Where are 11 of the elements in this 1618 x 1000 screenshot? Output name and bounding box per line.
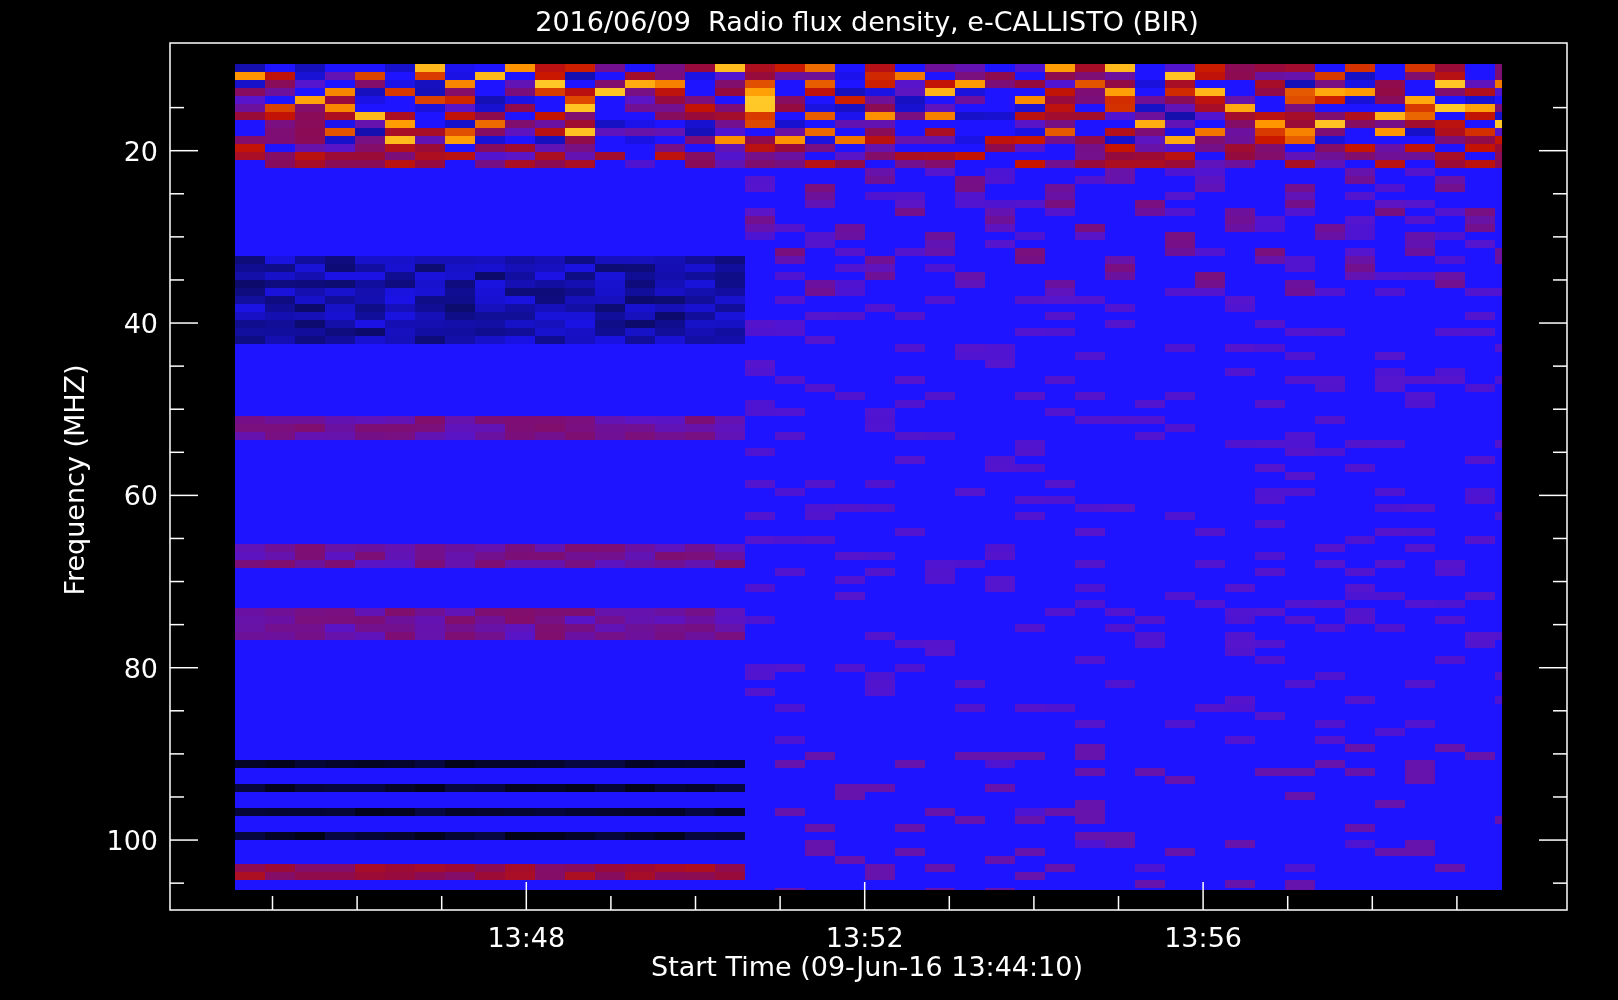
x-tick-label: 13:56 [1164,922,1242,953]
x-axis-title: Start Time (09-Jun-16 13:44:10) [651,951,1083,982]
y-axis-title: Frequency (MHZ) [59,364,90,596]
chart-title: 2016/06/09 Radio flux density, e-CALLISTO (BIR) [535,6,1199,37]
x-tick-label: 13:48 [487,922,566,953]
y-tick-label: 60 [123,480,158,512]
x-tick-label: 13:52 [825,922,904,953]
y-tick-label: 100 [106,825,158,857]
y-tick-label: 40 [123,308,158,340]
y-tick-label: 20 [123,135,158,167]
y-tick-label: 80 [123,652,158,684]
